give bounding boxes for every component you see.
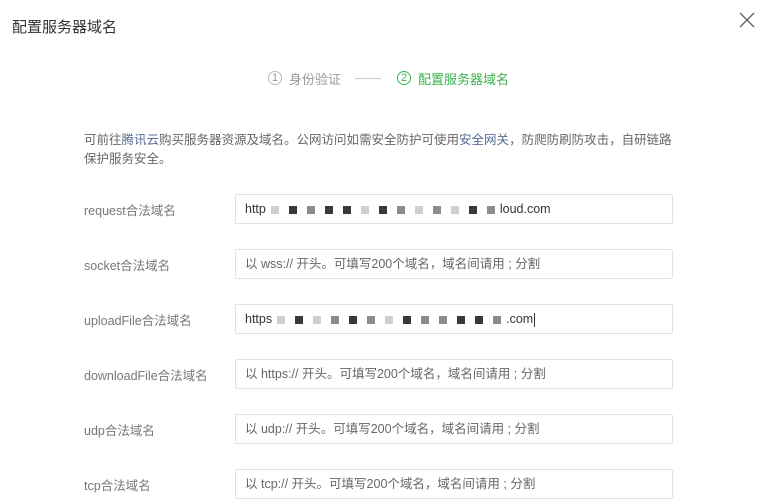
- request-domain-row: request合法域名 http loud.com: [0, 194, 765, 224]
- downloadfile-domain-input[interactable]: 以 https:// 开头。可填写200个域名，域名间请用 ; 分割: [235, 359, 673, 389]
- close-icon: [739, 12, 755, 28]
- step-identity-verification: 1 身份验证: [268, 69, 341, 88]
- field-value-suffix: loud.com: [499, 202, 551, 216]
- downloadfile-domain-row: downloadFile合法域名 以 https:// 开头。可填写200个域名…: [0, 359, 765, 389]
- step-number: 2: [397, 71, 412, 85]
- security-gateway-link[interactable]: 安全网关: [459, 133, 509, 147]
- downloadfile-domain-label: downloadFile合法域名: [84, 369, 208, 383]
- socket-domain-row: socket合法域名 以 wss:// 开头。可填写200个域名，域名间请用 ;…: [0, 249, 765, 279]
- uploadfile-domain-label: uploadFile合法域名: [84, 314, 192, 328]
- dialog-title: 配置服务器域名: [12, 19, 118, 36]
- udp-domain-input[interactable]: 以 udp:// 开头。可填写200个域名，域名间请用 ; 分割: [235, 414, 673, 444]
- redacted-text: [266, 196, 500, 223]
- redacted-text: [272, 306, 506, 333]
- socket-domain-input[interactable]: 以 wss:// 开头。可填写200个域名，域名间请用 ; 分割: [235, 249, 673, 279]
- tcp-domain-input[interactable]: 以 tcp:// 开头。可填写200个域名，域名间请用 ; 分割: [235, 469, 673, 499]
- description-text: 可前往腾讯云购买服务器资源及域名。公网访问如需安全防护可使用安全网关，防爬防刷防…: [84, 131, 684, 169]
- step-label: 身份验证: [289, 71, 342, 87]
- udp-domain-row: udp合法域名 以 udp:// 开头。可填写200个域名，域名间请用 ; 分割: [0, 414, 765, 444]
- step-label: 配置服务器域名: [418, 71, 510, 87]
- field-value-prefix: https: [245, 312, 273, 326]
- tcp-domain-row: tcp合法域名 以 tcp:// 开头。可填写200个域名，域名间请用 ; 分割: [0, 469, 765, 499]
- desc-prefix: 可前往: [84, 133, 122, 147]
- step-number: 1: [268, 71, 282, 85]
- desc-middle: 购买服务器资源及域名。公网访问如需安全防护可使用: [159, 133, 460, 147]
- tcp-domain-label: tcp合法域名: [84, 479, 151, 493]
- request-domain-input[interactable]: http loud.com: [235, 194, 673, 224]
- uploadfile-domain-row: uploadFile合法域名 https .com: [0, 304, 765, 334]
- field-value-suffix: .com: [506, 312, 534, 326]
- step-configure-domain: 2 配置服务器域名: [397, 69, 509, 88]
- step-indicator: 1 身份验证 2 配置服务器域名: [268, 68, 509, 88]
- field-value-prefix: http: [245, 202, 266, 216]
- socket-domain-label: socket合法域名: [84, 259, 171, 273]
- tencent-cloud-link[interactable]: 腾讯云: [122, 133, 160, 147]
- text-caret: [534, 312, 536, 327]
- request-domain-label: request合法域名: [84, 204, 176, 218]
- udp-domain-label: udp合法域名: [84, 424, 155, 438]
- step-divider: [355, 77, 382, 79]
- close-button[interactable]: [737, 10, 757, 30]
- uploadfile-domain-input[interactable]: https .com: [235, 304, 673, 334]
